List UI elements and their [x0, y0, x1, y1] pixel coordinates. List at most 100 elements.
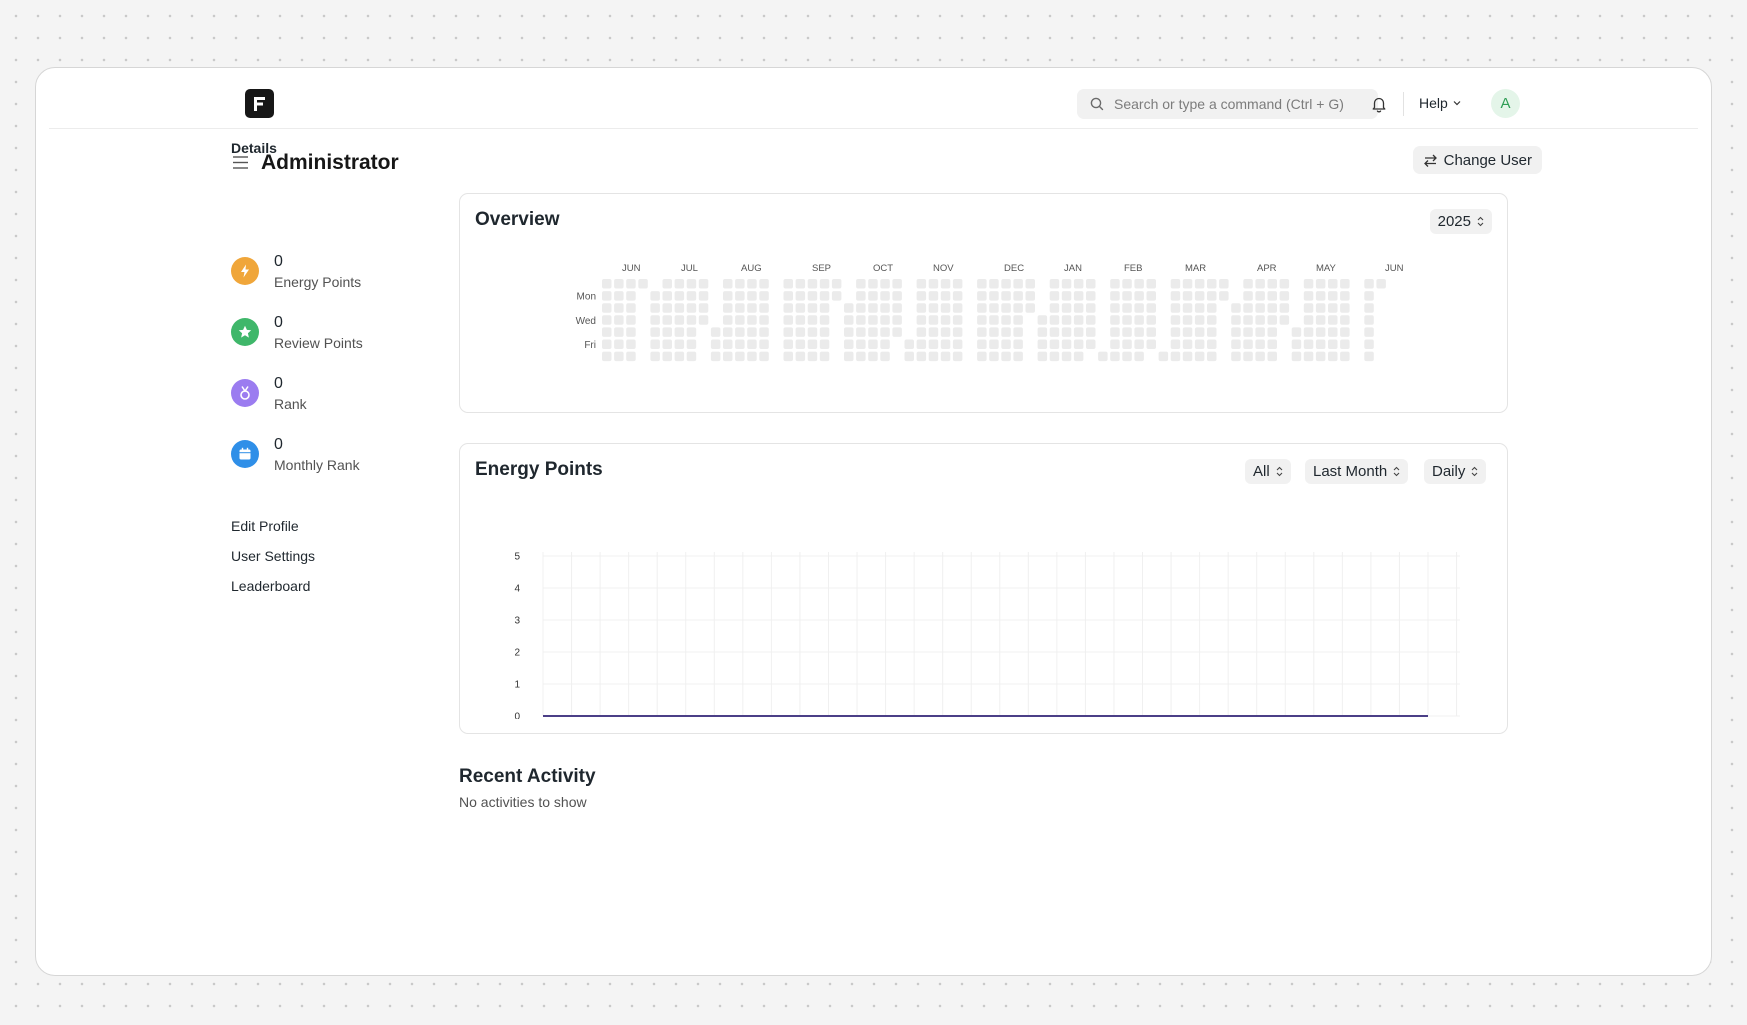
user-settings-link[interactable]: User Settings — [231, 548, 315, 564]
heatmap-day-cell — [759, 339, 769, 349]
heatmap-day-cell — [1110, 339, 1120, 349]
heatmap-day-cell — [698, 315, 709, 325]
notification-bell-icon[interactable] — [1370, 95, 1388, 113]
heatmap-day-cell — [1182, 339, 1193, 349]
heatmap-day-cell — [1134, 279, 1144, 289]
heatmap-day-cell — [1110, 303, 1120, 313]
heatmap-day-cell — [747, 339, 757, 349]
heatmap-day-cell — [1231, 351, 1241, 362]
heatmap-day-cell — [1279, 279, 1290, 289]
month-label: JUN — [622, 263, 641, 274]
heatmap-day-cell — [1328, 315, 1338, 325]
y-tick-label: 1 — [514, 680, 520, 691]
heatmap-day-cell — [1315, 339, 1326, 349]
heatmap-day-cell — [1073, 303, 1084, 313]
range-select[interactable]: Last Month — [1305, 459, 1409, 484]
swap-icon — [1423, 154, 1437, 167]
heatmap-day-cell — [1073, 315, 1084, 325]
help-dropdown[interactable]: Help — [1419, 95, 1462, 111]
heatmap-day-cell — [831, 279, 842, 289]
activity-heatmap: JUN JUL AUG SEP OCT NOV DEC JAN FEB MAR APR MAY JUN M… — [576, 263, 1404, 362]
heatmap-day-cell — [844, 327, 854, 337]
heatmap-day-cell — [686, 279, 697, 289]
heatmap-day-cell — [614, 303, 624, 313]
heatmap-day-cell — [686, 291, 697, 301]
heatmap-day-cell — [759, 303, 769, 313]
app-logo[interactable] — [245, 89, 274, 118]
stat-rank: 0 Rank — [231, 375, 411, 420]
heatmap-day-cell — [819, 339, 830, 349]
heatmap-day-cell — [614, 279, 624, 289]
heatmap-day-cell — [1170, 303, 1181, 313]
change-user-label: Change User — [1443, 151, 1532, 169]
heatmap-day-cell — [1049, 303, 1060, 313]
y-tick-label: 4 — [514, 584, 520, 595]
recent-activity-title: Recent Activity — [459, 766, 596, 787]
heatmap-day-cell — [674, 327, 685, 337]
heatmap-day-cell — [880, 291, 890, 301]
frappe-logo-icon — [254, 97, 265, 111]
heatmap-day-cell — [1315, 315, 1326, 325]
search-bar[interactable]: Search or type a command (Ctrl + G) — [1077, 89, 1378, 119]
star-icon — [231, 318, 259, 346]
year-select[interactable]: 2025 — [1429, 209, 1492, 234]
heatmap-day-cell — [650, 351, 660, 362]
stat-energy-points: 0 Energy Points — [231, 253, 411, 298]
heatmap-day-cell — [831, 291, 842, 301]
heatmap-day-cell — [940, 339, 951, 349]
heatmap-day-cell — [977, 315, 987, 325]
heatmap-day-cell — [916, 327, 927, 337]
heatmap-day-cell — [807, 315, 818, 325]
month-label: JUN — [1385, 263, 1404, 274]
heatmap-day-cell — [1279, 303, 1290, 313]
search-placeholder: Search or type a command (Ctrl + G) — [1114, 96, 1344, 112]
heatmap-day-cell — [759, 291, 769, 301]
heatmap-day-cell — [1110, 279, 1120, 289]
sidebar-toggle-icon[interactable] — [232, 155, 249, 170]
heatmap-day-cell — [1061, 339, 1072, 349]
interval-value: Daily — [1432, 463, 1466, 480]
user-avatar[interactable]: A — [1491, 89, 1520, 118]
heatmap-day-cell — [989, 315, 999, 325]
heatmap-day-cell — [1243, 303, 1253, 313]
heatmap-day-cell — [1170, 315, 1181, 325]
heatmap-day-cell — [1086, 279, 1096, 289]
heatmap-day-cell — [1061, 351, 1072, 362]
change-user-button[interactable]: Change User — [1412, 146, 1542, 174]
heatmap-day-cell — [735, 303, 745, 313]
heatmap-day-cell — [1110, 351, 1120, 362]
heatmap-day-cell — [602, 351, 612, 362]
heatmap-day-cell — [819, 279, 830, 289]
heatmap-day-cell — [626, 315, 636, 325]
heatmap-day-cell — [1049, 327, 1060, 337]
heatmap-day-cell — [1194, 351, 1205, 362]
heatmap-day-cell — [686, 303, 697, 313]
heatmap-day-cell — [892, 315, 902, 325]
heatmap-day-cell — [856, 351, 866, 362]
heatmap-day-cell — [602, 315, 612, 325]
heatmap-day-cell — [916, 315, 927, 325]
interval-select[interactable]: Daily — [1424, 459, 1487, 484]
monthly-rank-value: 0 — [274, 436, 283, 453]
y-tick-label: 5 — [514, 552, 520, 563]
heatmap-day-cell — [1025, 303, 1035, 313]
heatmap-day-cell — [1170, 279, 1181, 289]
heatmap-day-cell — [1328, 291, 1338, 301]
heatmap-day-cell — [1340, 303, 1350, 313]
heatmap-day-cell — [1315, 291, 1326, 301]
edit-profile-link[interactable]: Edit Profile — [231, 518, 299, 534]
heatmap-day-cell — [928, 339, 939, 349]
heatmap-day-cell — [928, 291, 939, 301]
month-label: APR — [1257, 263, 1277, 274]
heatmap-day-cell — [602, 339, 612, 349]
heatmap-day-cell — [940, 291, 951, 301]
heatmap-day-cell — [1231, 315, 1241, 325]
heatmap-day-cell — [686, 339, 697, 349]
heatmap-day-cell — [1061, 315, 1072, 325]
leaderboard-link[interactable]: Leaderboard — [231, 578, 310, 594]
heatmap-day-cell — [1291, 339, 1302, 349]
heatmap-day-cell — [1364, 279, 1374, 289]
heatmap-day-cell — [1146, 303, 1156, 313]
heatmap-day-cell — [940, 315, 951, 325]
filter-all-select[interactable]: All — [1245, 459, 1291, 484]
